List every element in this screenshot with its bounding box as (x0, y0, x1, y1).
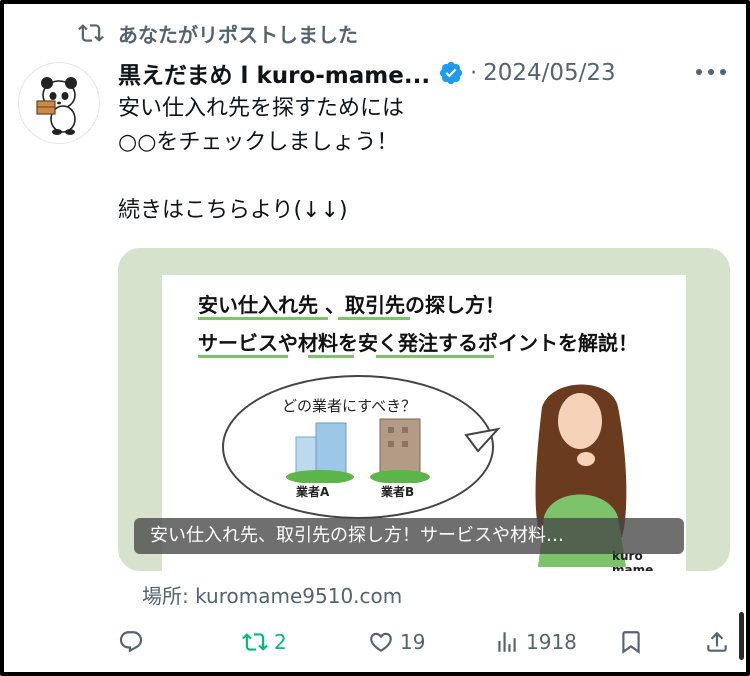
tweet-text-line: 続きはこちらより(↓↓) (118, 198, 348, 223)
views-icon (498, 632, 516, 652)
tweet-text-line: 安い仕入れ先を探すためには (118, 96, 405, 121)
link-card[interactable]: 安い仕入れ先 、取引先の探し方！ サービスや材料を安く発注するポイントを解説！ … (118, 248, 730, 571)
reply-button[interactable] (118, 622, 150, 662)
like-button[interactable]: 19 (368, 622, 425, 662)
repost-count: 2 (274, 630, 287, 654)
card-image-title-1: 安い仕入れ先 、取引先の探し方！ (198, 293, 505, 317)
bubble-tail (464, 427, 501, 453)
author-name[interactable]: 黒えだまめ l kuro-mame... (118, 56, 430, 90)
action-bar: 2 19 1918 (0, 622, 750, 662)
repost-button[interactable]: 2 (242, 622, 287, 662)
header-separator: · (470, 60, 478, 86)
vendor-a-label: 業者A (296, 485, 330, 499)
reply-icon (119, 631, 143, 653)
more-icon[interactable] (696, 62, 726, 82)
repost-label: あなたがリポストしました (118, 22, 358, 47)
panda-avatar-image (36, 77, 77, 135)
bookmark-button[interactable] (618, 622, 650, 662)
card-caption: 安い仕入れ先、取引先の探し方！サービスや材料… (134, 518, 684, 554)
vendor-b-label: 業者B (381, 485, 415, 499)
buildings-illustration (286, 418, 430, 483)
view-count: 1918 (526, 630, 577, 654)
scrollbar[interactable] (739, 612, 744, 660)
repost-icon (242, 633, 268, 651)
card-source-link[interactable]: 場所: kuromame9510.com (142, 580, 402, 609)
verified-icon (439, 61, 463, 85)
repost-icon (78, 24, 104, 42)
tweet-header: 黒えだまめ l kuro-mame... · 2024/05/23 (118, 56, 730, 90)
like-count: 19 (400, 630, 426, 654)
tweet-text-line: ○○をチェックしましょう！ (118, 130, 399, 155)
bookmark-icon (622, 631, 640, 654)
views-button[interactable]: 1918 (494, 622, 577, 662)
like-icon (370, 632, 392, 652)
tweet-date[interactable]: 2024/05/23 (483, 60, 616, 86)
tweet-text: 安い仕入れ先を探すためには ○○をチェックしましょう！ 続きはこちらより(↓↓) (118, 92, 718, 228)
tweet-text-line (118, 160, 718, 194)
bubble-question: どの業者にすべき？ (282, 397, 417, 415)
card-image-title-2: サービスや材料を安く発注するポイントを解説！ (198, 331, 638, 355)
repost-indicator[interactable]: あなたがリポストしました (78, 20, 358, 47)
share-icon (707, 631, 727, 652)
avatar[interactable] (18, 62, 100, 144)
share-button[interactable] (704, 622, 736, 662)
